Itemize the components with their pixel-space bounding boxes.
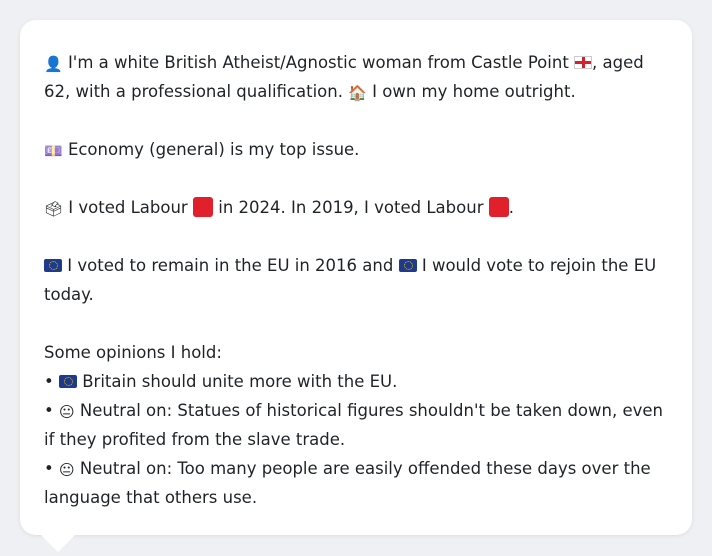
eu-paragraph: I voted to remain in the EU in 2016 and …	[44, 251, 668, 309]
opinion-text: Neutral on: Statues of historical figure…	[44, 401, 663, 449]
ballot-box-icon: 🗳	[44, 200, 64, 218]
vote-paragraph: 🗳 I voted Labour in 2024. In 2019, I vot…	[44, 193, 668, 222]
labour-red-square-icon	[192, 197, 213, 217]
neutral-face-icon: 😐	[58, 403, 75, 421]
profile-text-1: I'm a white British Atheist/Agnostic wom…	[67, 53, 569, 72]
vote-text-2: in 2024. In 2019, I voted Labour	[218, 198, 484, 217]
speech-bubble-tail	[40, 534, 76, 552]
opinion-text: Britain should unite more with the EU.	[82, 372, 398, 391]
opinion-item: • Britain should unite more with the EU.	[44, 367, 668, 396]
issue-text: Economy (general) is my top issue.	[67, 140, 360, 159]
person-icon: 👤	[44, 55, 63, 73]
eu-flag-icon	[44, 259, 62, 272]
neutral-face-icon-2: 😐	[58, 461, 75, 479]
opinion-item: • 😐 Neutral on: Statues of historical fi…	[44, 396, 668, 454]
england-flag-icon	[574, 56, 593, 69]
profile-paragraph: 👤 I'm a white British Atheist/Agnostic w…	[44, 48, 668, 106]
labour-red-square-icon-2	[488, 197, 509, 217]
banknote-icon: 💷	[44, 142, 63, 160]
eu-text-1: I voted to remain in the EU in 2016 and	[67, 256, 394, 275]
vote-text-1: I voted Labour	[68, 198, 188, 217]
opinions-heading: Some opinions I hold:	[44, 343, 222, 362]
bullet-dot: •	[44, 401, 54, 420]
house-icon: 🏠	[348, 84, 367, 102]
opinion-text: Neutral on: Too many people are easily o…	[44, 459, 651, 507]
vote-text-3: .	[508, 198, 514, 217]
persona-card: 👤 I'm a white British Atheist/Agnostic w…	[20, 20, 692, 535]
eu-flag-icon-2	[398, 259, 417, 272]
eu-flag-icon-3	[58, 375, 77, 388]
bullet-dot: •	[44, 459, 54, 478]
bullet-dot: •	[44, 372, 54, 391]
issue-paragraph: 💷 Economy (general) is my top issue.	[44, 135, 668, 164]
opinion-item: • 😐 Neutral on: Too many people are easi…	[44, 454, 668, 512]
profile-text-3: I own my home outright.	[372, 82, 576, 101]
